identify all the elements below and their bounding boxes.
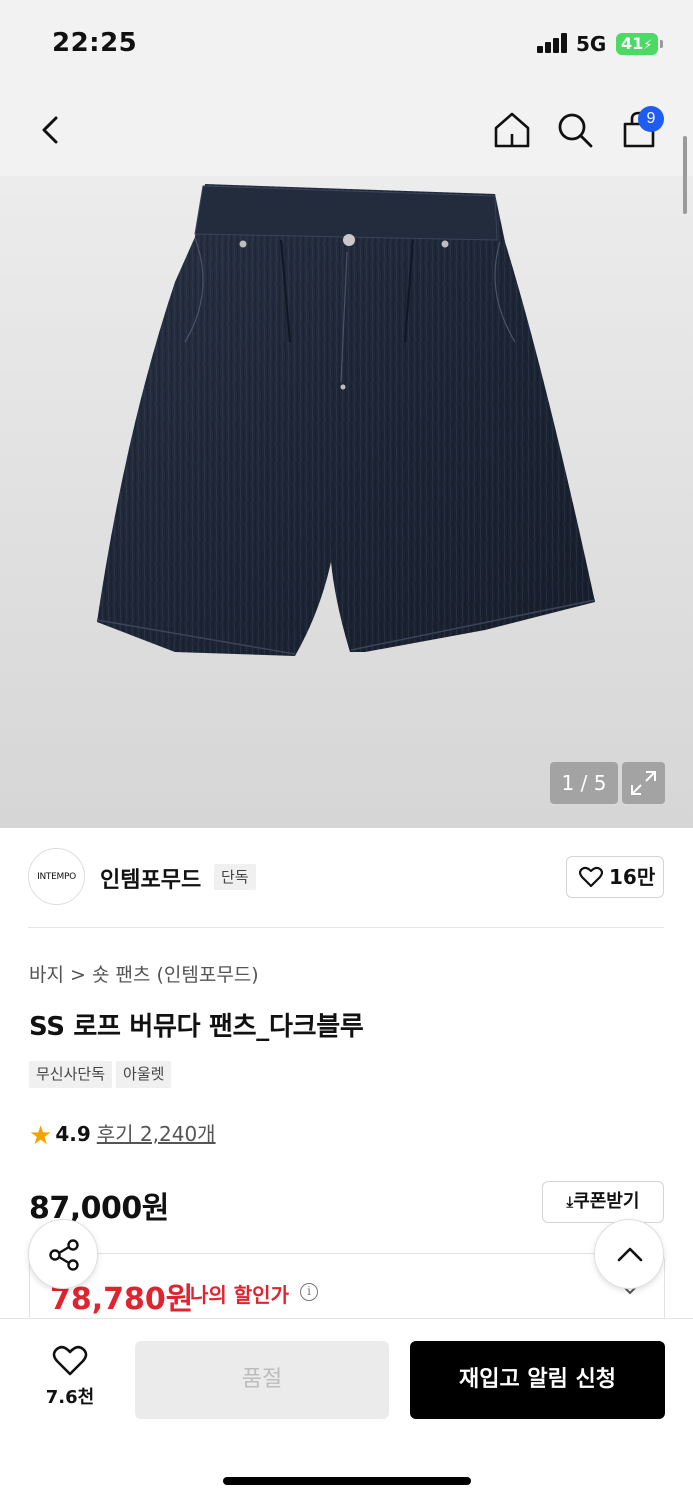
rating-score: 4.9 xyxy=(55,1122,91,1146)
heart-icon xyxy=(52,1345,88,1376)
brand-name[interactable]: 인템포무드 xyxy=(100,862,201,894)
rating-row: ★ 4.9 후기 2,240개 xyxy=(29,1118,216,1151)
product-image-gallery[interactable]: 1 / 5 xyxy=(0,176,693,828)
heart-icon xyxy=(579,866,603,888)
wishlist-count: 7.6천 xyxy=(45,1387,95,1408)
battery-icon: 41⚡ xyxy=(616,33,663,55)
product-tag: 무신사단독 xyxy=(29,1061,113,1088)
home-icon[interactable] xyxy=(490,108,534,152)
brand-like-button[interactable]: 16만 xyxy=(566,856,664,898)
discount-label: 나의 할인가 xyxy=(190,1283,289,1307)
breadcrumb[interactable]: 바지 > 숏 팬츠 (인템포무드) xyxy=(29,960,259,987)
expand-icon xyxy=(631,771,656,795)
coupon-label: 쿠폰받기 xyxy=(573,1191,640,1212)
signal-icon xyxy=(537,33,569,53)
brand-exclusive-tag: 단독 xyxy=(214,864,256,890)
brand-logo[interactable]: INTEMPO xyxy=(28,848,85,905)
image-counter: 1 / 5 xyxy=(550,762,618,804)
home-indicator[interactable] xyxy=(223,1477,471,1485)
cart-count-badge: 9 xyxy=(638,106,664,132)
share-button[interactable] xyxy=(28,1219,98,1289)
scroll-top-button[interactable] xyxy=(594,1219,664,1289)
info-icon[interactable]: i xyxy=(300,1283,318,1301)
brand-like-count: 16만 xyxy=(609,865,656,889)
product-tags: 무신사단독 아울렛 xyxy=(29,1061,175,1088)
status-time: 22:25 xyxy=(52,28,138,58)
back-icon[interactable] xyxy=(28,108,72,152)
restock-alert-button[interactable]: 재입고 알림 신청 xyxy=(410,1341,665,1419)
product-title: SS 로프 버뮤다 팬츠_다크블루 xyxy=(29,1012,364,1042)
divider xyxy=(28,927,664,928)
bottom-action-bar: 7.6천 품절 재입고 알림 신청 xyxy=(0,1318,693,1500)
expand-image-button[interactable] xyxy=(622,762,665,804)
coupon-button[interactable]: ⤓쿠폰받기 xyxy=(542,1181,664,1223)
review-link[interactable]: 후기 2,240개 xyxy=(97,1122,216,1146)
nav-bar xyxy=(0,90,693,176)
wishlist-button[interactable]: 7.6천 xyxy=(30,1345,110,1409)
scrollbar[interactable] xyxy=(683,136,687,214)
battery-level: 41 xyxy=(621,34,644,53)
chevron-up-icon xyxy=(617,1247,643,1262)
product-image xyxy=(96,184,596,656)
share-icon xyxy=(49,1239,79,1271)
search-icon[interactable] xyxy=(553,108,597,152)
star-icon: ★ xyxy=(29,1121,53,1151)
product-tag: 아울렛 xyxy=(116,1061,172,1088)
network-label: 5G xyxy=(576,32,607,56)
status-bar: 22:25 5G 41⚡ xyxy=(0,0,693,90)
brand-row: INTEMPO 인템포무드 단독 16만 xyxy=(28,848,664,908)
soldout-button: 품절 xyxy=(135,1341,389,1419)
